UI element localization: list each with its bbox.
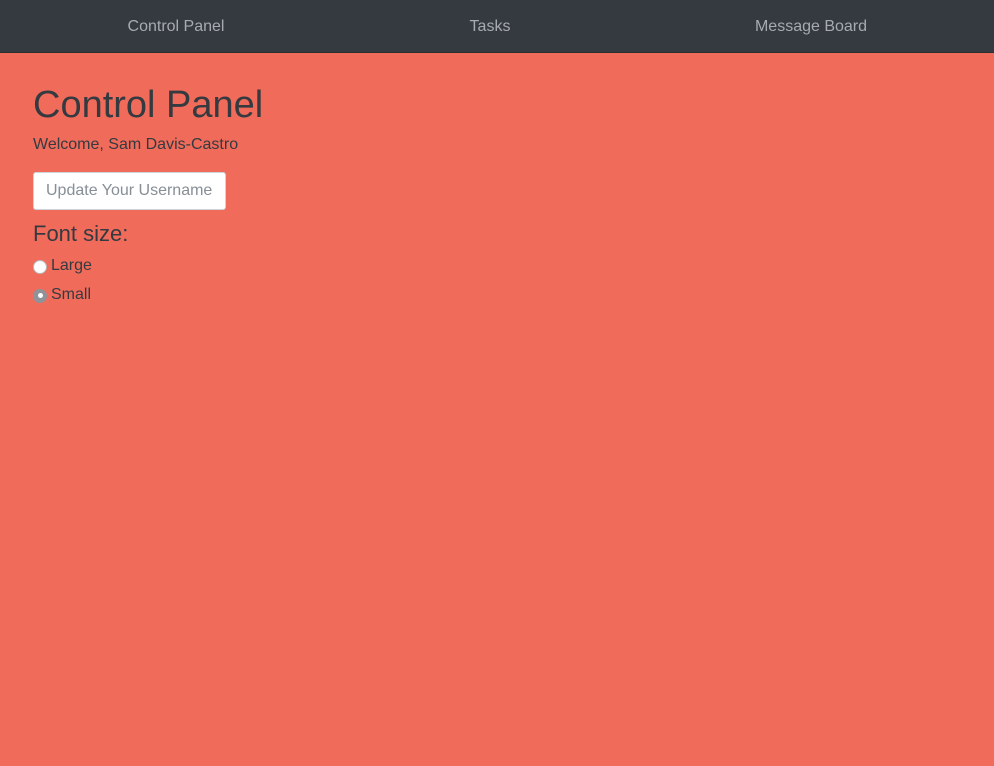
page-title: Control Panel [33, 84, 264, 126]
radio-label-small[interactable]: Small [51, 285, 91, 305]
welcome-message: Welcome, Sam Davis-Castro [33, 135, 961, 155]
nav-item-message-board[interactable]: Message Board [628, 0, 994, 53]
radio-small[interactable] [33, 288, 47, 303]
font-size-option-small[interactable]: Small [33, 280, 961, 309]
welcome-prefix: Welcome, [33, 136, 109, 153]
nav-item-tasks[interactable]: Tasks [352, 0, 628, 53]
radio-label-large[interactable]: Large [51, 256, 92, 276]
font-size-option-large[interactable]: Large [33, 251, 961, 280]
font-size-heading: Font size: [33, 221, 129, 246]
top-navbar: Control Panel Tasks Message Board [0, 0, 994, 53]
user-name: Sam Davis-Castro [108, 136, 239, 153]
nav-item-control-panel[interactable]: Control Panel [0, 0, 352, 53]
radio-large[interactable] [33, 259, 47, 274]
main-content: Control Panel Welcome, Sam Davis-Castro … [0, 53, 994, 335]
username-input[interactable] [33, 172, 226, 210]
